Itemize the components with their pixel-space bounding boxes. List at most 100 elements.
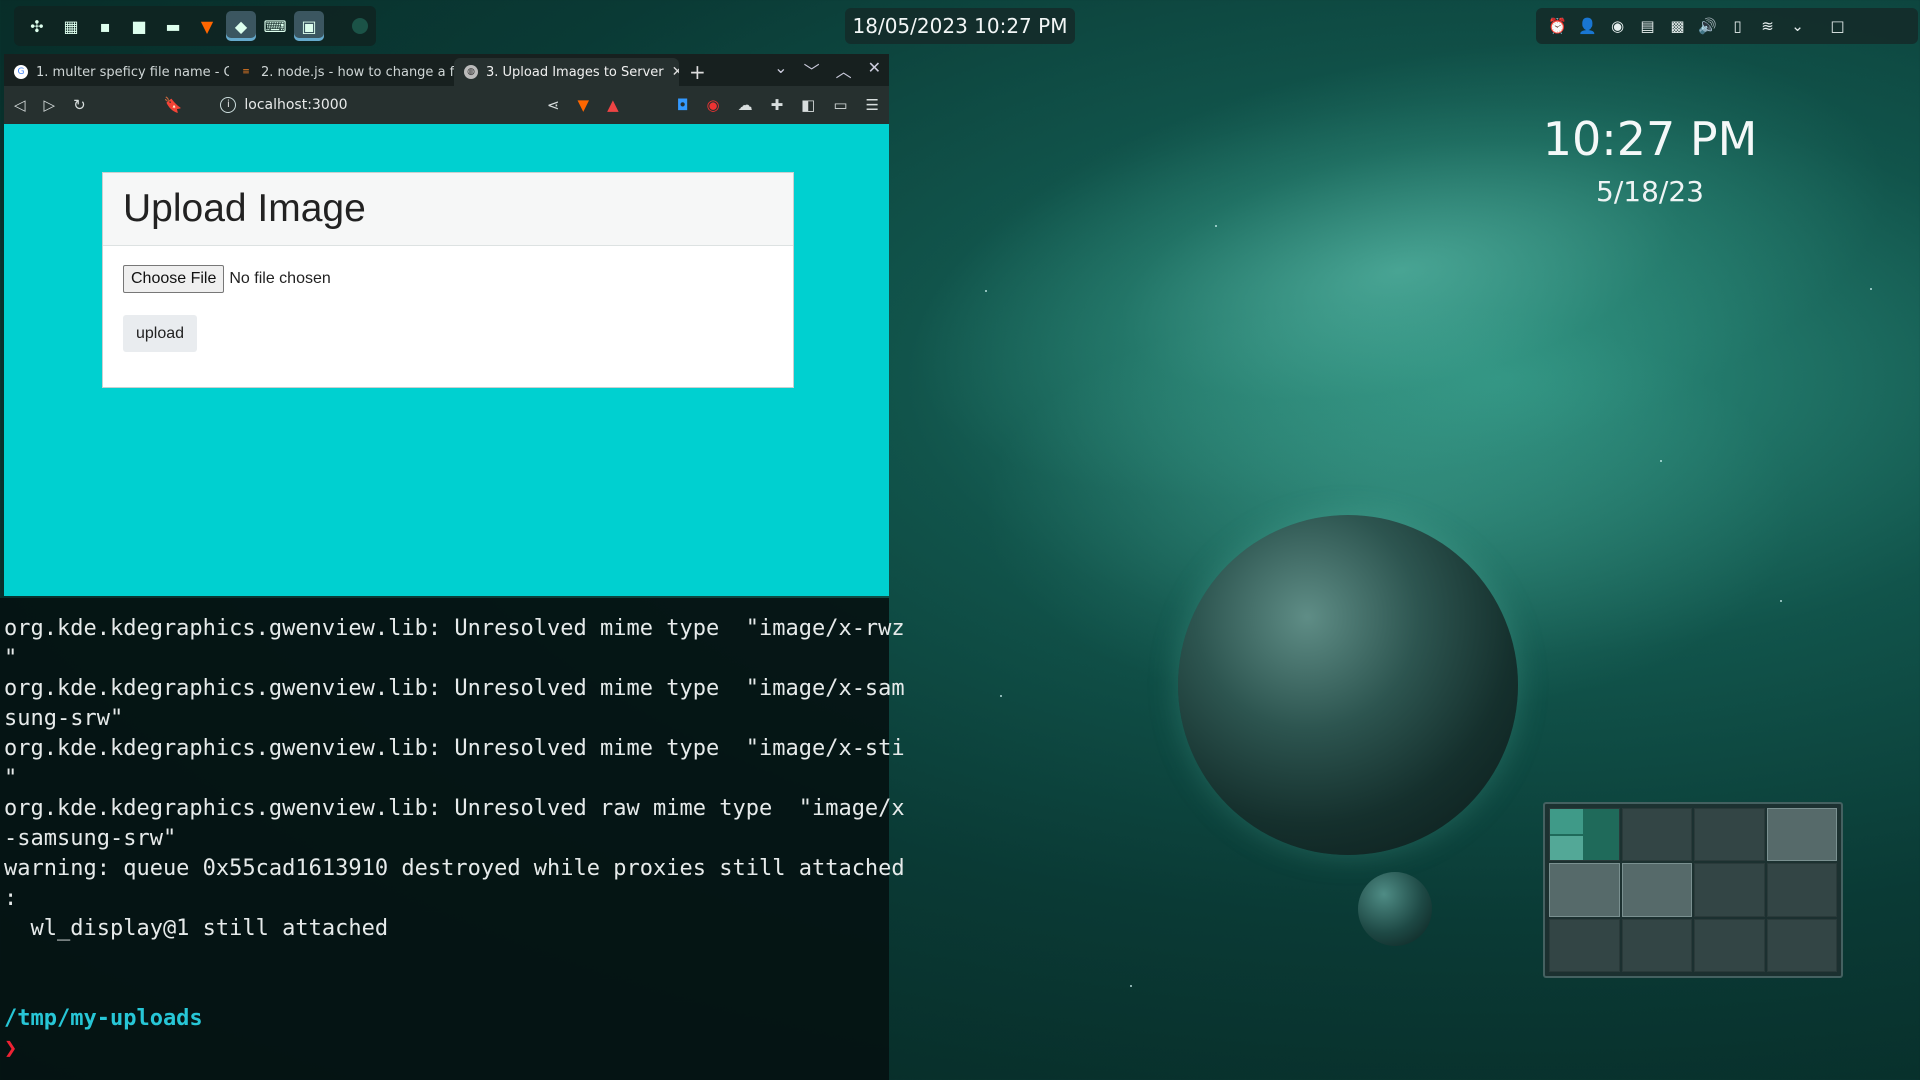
tab-google-search[interactable]: G 1. multer speficy file name - Go [4,58,229,86]
pager-window [1550,835,1583,861]
star [1870,288,1872,290]
terminal-line: warning: queue 0x55cad1613910 destroyed … [4,856,905,881]
taskbar: ✣ ▦ ▪ ■ ▬ ▼ ◆ ⌨ ▣ [14,6,376,46]
moon-image [1358,872,1432,946]
share-icon[interactable]: ⋖ [547,96,560,114]
star [1780,600,1782,602]
forward-icon[interactable]: ▷ [44,96,56,114]
top-panel: ✣ ▦ ▪ ■ ▬ ▼ ◆ ⌨ ▣ 18/05/2023 10:27 PM ⏰ … [0,0,1920,52]
tab-stackoverflow[interactable]: ≡ 2. node.js - how to change a file [229,58,454,86]
pager-desktop-2[interactable] [1621,808,1692,862]
star [1130,985,1132,987]
upload-card: Upload Image Choose File No file chosen … [102,172,794,388]
maximize-icon[interactable]: ︿ [836,58,852,82]
toolbar-actions: ⋖ ▼ ▲ ◘ ◉ ☁ ✚ ◧ ▭ ☰ [547,96,879,114]
pager-desktop-11[interactable] [1694,918,1765,972]
tab-label: 3. Upload Images to Server [486,64,664,80]
prompt-symbol: ❯ [4,1036,18,1061]
site-info-icon[interactable]: i [220,97,237,113]
file-manager-icon[interactable]: ▬ [158,11,188,41]
brave-shields-icon[interactable]: ▼ [578,96,590,114]
store-app-icon[interactable]: ■ [124,11,154,41]
desktop-clock-time: 10:27 PM [1542,112,1758,166]
browser-window-task-icon[interactable]: ◆ [226,11,256,41]
wifi-icon[interactable]: ≋ [1758,17,1777,35]
new-tab-button[interactable]: + [679,58,716,86]
tab-upload-images[interactable]: ◍ 3. Upload Images to Server ✕ [454,58,679,86]
close-window-icon[interactable]: ✕ [868,58,881,82]
volume-icon[interactable]: 🔊 [1698,17,1717,35]
file-input: Choose File No file chosen [123,265,331,293]
terminal-line: " [4,646,18,671]
star [1660,460,1662,462]
user-icon[interactable]: 👤 [1578,17,1597,35]
terminal-line: sung-srw" [4,706,124,731]
pager-desktop-8[interactable] [1766,863,1837,917]
record-extension-icon[interactable]: ◉ [707,96,720,114]
pager-desktop-4[interactable] [1766,808,1837,862]
google-icon: G [14,65,28,79]
status-dot-icon [352,18,368,34]
battery-icon[interactable]: ▯ [1728,17,1747,35]
terminal-line: org.kde.kdegraphics.gwenview.lib: Unreso… [4,736,905,761]
updates-icon[interactable]: ◉ [1608,17,1627,35]
browser-toolbar: ◁ ▷ ↻ 🔖 i localhost:3000 ⋖ ▼ ▲ ◘ ◉ ☁ ✚ ◧… [4,86,889,124]
browser-window: G 1. multer speficy file name - Go ≡ 2. … [4,54,889,596]
cloud-extension-icon[interactable]: ☁ [738,96,753,114]
globe-icon: ◍ [464,65,478,79]
pager-desktop-9[interactable] [1549,918,1620,972]
pager-desktop-7[interactable] [1694,863,1765,917]
pager-window [1550,809,1583,834]
stackoverflow-icon: ≡ [242,67,250,77]
terminal-line: : [4,886,18,911]
tab-list-icon[interactable]: ⌄ [774,58,787,82]
wallet-icon[interactable]: ▭ [833,96,847,114]
brave-browser-icon[interactable]: ▼ [192,11,222,41]
show-desktop-icon[interactable]: □ [1828,17,1847,35]
terminal-line: org.kde.kdegraphics.gwenview.lib: Unreso… [4,676,905,701]
terminal-line: " [4,766,18,791]
minimize-icon[interactable]: ﹀ [804,58,820,82]
upload-button[interactable]: upload [123,315,197,352]
pager-desktop-12[interactable] [1766,918,1837,972]
terminal-line: org.kde.kdegraphics.gwenview.lib: Unreso… [4,796,905,821]
choose-file-button[interactable]: Choose File [123,265,225,293]
file-status-text: No file chosen [229,270,331,287]
pager-desktop-5[interactable] [1549,863,1620,917]
pager-desktop-6[interactable] [1621,863,1692,917]
pager-desktop-10[interactable] [1621,918,1692,972]
star [1000,695,1002,697]
bookmark-icon[interactable]: 🔖 [164,96,183,114]
tab-label: 1. multer speficy file name - Go [36,64,229,80]
devices-icon[interactable]: ▩ [1668,17,1687,35]
app-launcher-icon[interactable]: ✣ [22,11,52,41]
pager-applet-icon[interactable]: ▦ [56,11,86,41]
terminal-line: -samsung-srw" [4,826,177,851]
page-viewport: Upload Image Choose File No file chosen … [4,124,889,596]
desktop-clock-date: 5/18/23 [1596,175,1704,208]
reload-icon[interactable]: ↻ [73,96,86,114]
pager-desktop-3[interactable] [1694,808,1765,862]
sidebar-icon[interactable]: ◧ [801,96,815,114]
window-controls: ⌄ ﹀ ︿ ✕ [774,58,881,82]
close-tab-icon[interactable]: ✕ [672,64,679,80]
chevron-down-icon[interactable]: ⌄ [1788,17,1807,35]
screenshot-task-icon[interactable]: ▣ [294,11,324,41]
tab-bar: G 1. multer speficy file name - Go ≡ 2. … [4,54,889,86]
brave-rewards-icon[interactable]: ▲ [607,96,619,114]
terminal-app-icon[interactable]: ▪ [90,11,120,41]
notifications-icon[interactable]: ⏰ [1548,17,1567,35]
konsole-task-icon[interactable]: ⌨ [260,11,290,41]
back-icon[interactable]: ◁ [14,96,26,114]
bitwarden-extension-icon[interactable]: ◘ [677,96,689,114]
extensions-icon[interactable]: ✚ [771,96,784,114]
desktop-pager [1543,802,1843,978]
system-tray: ⏰ 👤 ◉ ▤ ▩ 🔊 ▯ ≋ ⌄ □ [1536,8,1918,44]
pager-desktop-1[interactable] [1549,808,1620,862]
address-bar[interactable]: i localhost:3000 [220,97,348,113]
panel-clock[interactable]: 18/05/2023 10:27 PM [845,8,1075,44]
terminal-window[interactable]: org.kde.kdegraphics.gwenview.lib: Unreso… [0,598,905,1080]
menu-icon[interactable]: ☰ [866,96,879,114]
terminal-line: wl_display@1 still attached [4,916,389,941]
clipboard-icon[interactable]: ▤ [1638,17,1657,35]
